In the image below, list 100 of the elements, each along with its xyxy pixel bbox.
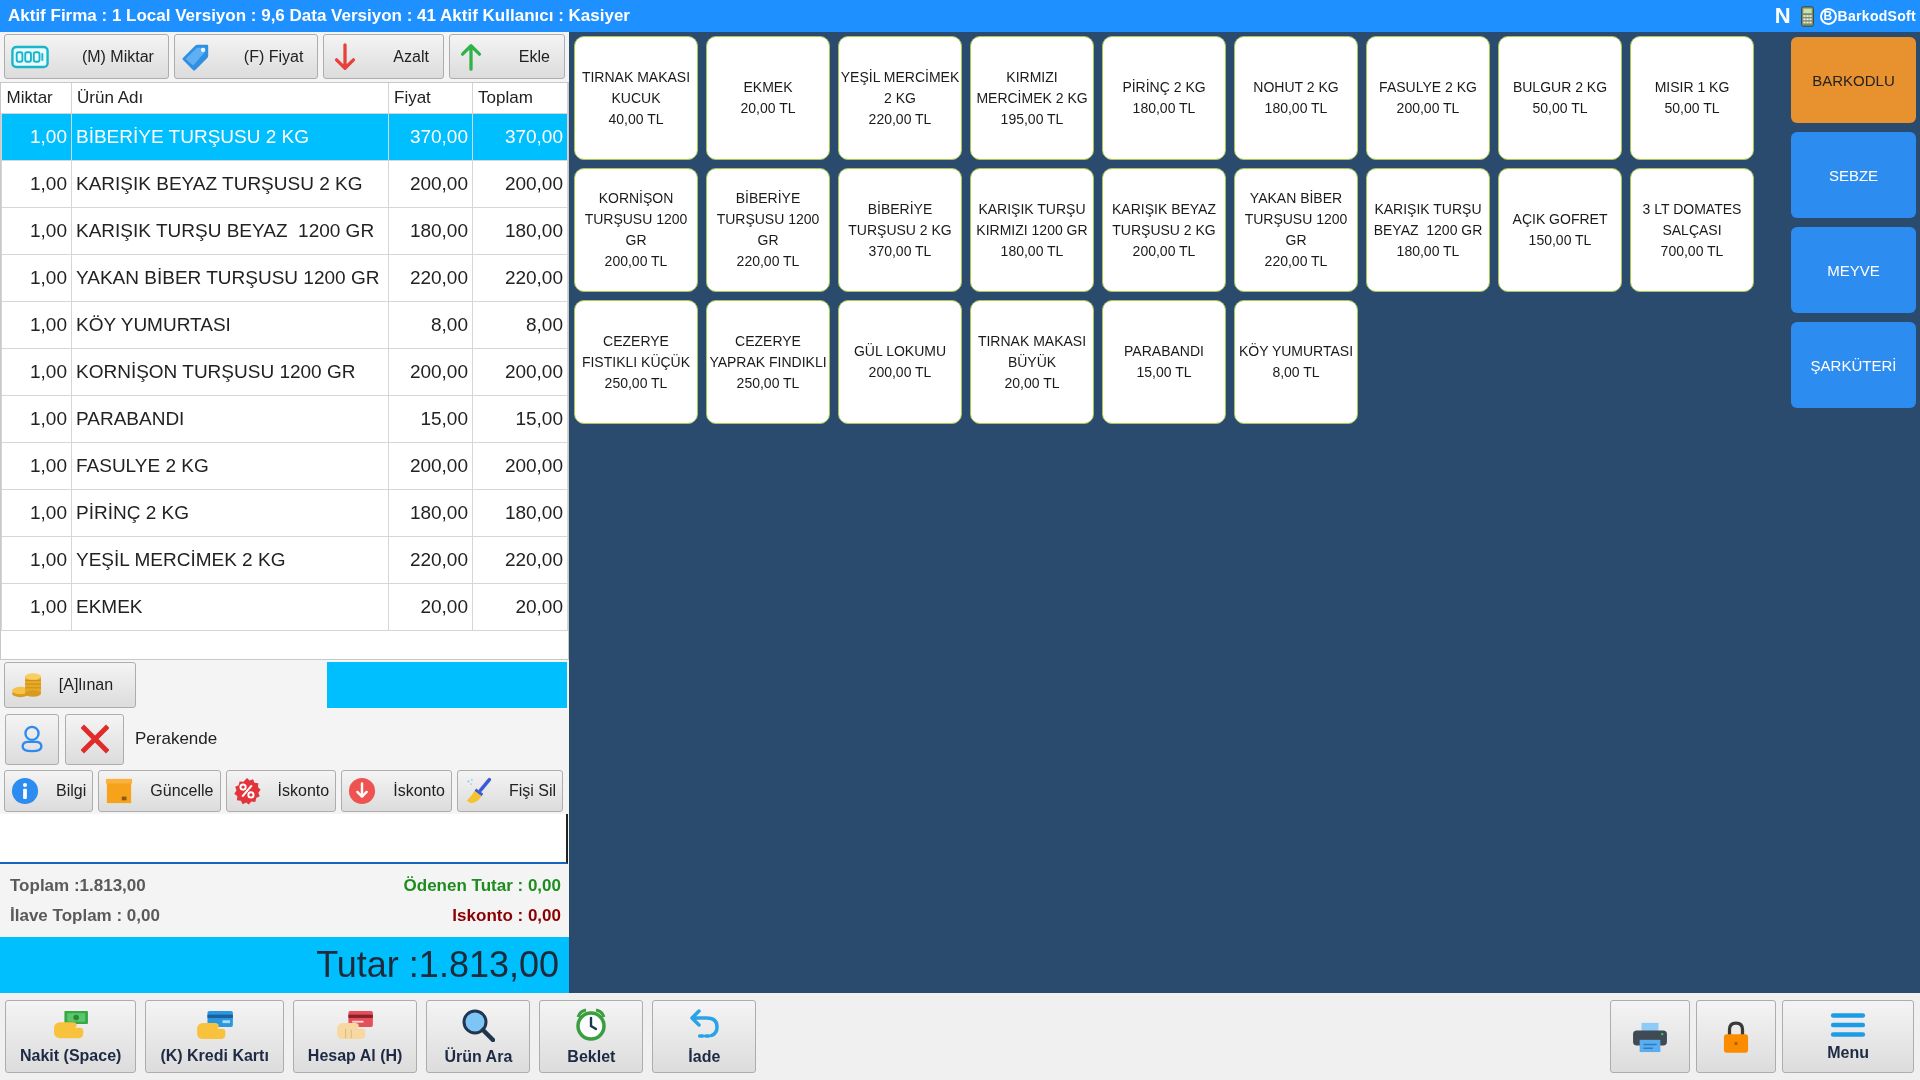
decrease-button[interactable]: Azalt [323,34,444,79]
table-cell: 20,00 [472,583,568,631]
account-button[interactable]: Hesap Al (H) [292,1000,418,1073]
table-cell: KARIŞIK TURŞU BEYAZ 1200 GR [71,207,389,255]
card-hand-icon [195,1008,234,1041]
product-tile[interactable]: 3 LT DOMATES SALÇASI 700,00 TL [1630,168,1754,292]
title-text: Aktif Firma : 1 Local Versiyon : 9,6 Data Versiyon : 41 Aktif Kullanıcı : Kasiyer [8,6,631,26]
barcode-input-field[interactable] [0,814,568,864]
table-row[interactable]: 1,00 PİRİNÇ 2 KG 180,00 180,00 [1,489,568,537]
table-cell: 220,00 [388,536,473,584]
table-row[interactable]: 1,00 KORNİŞON TURŞUSU 1200 GR 200,00 200,00 [1,348,568,396]
down-arrow-circle-icon [348,777,377,805]
product-tile[interactable]: GÜL LOKUMU 200,00 TL [838,300,962,424]
cash-button[interactable]: Nakit (Space) [5,1000,137,1073]
table-cell: 15,00 [472,395,568,443]
product-tile[interactable]: KARIŞIK TURŞU KIRMIZI 1200 GR 180,00 TL [970,168,1094,292]
product-tile[interactable]: YEŞİL MERCİMEK 2 KG 220,00 TL [838,36,962,160]
product-tile[interactable]: EKMEK 20,00 TL [706,36,830,160]
hold-button[interactable]: Beklet [539,1000,644,1073]
table-cell: 370,00 [472,113,568,161]
table-cell: 200,00 [388,160,473,208]
customer-button[interactable] [5,713,59,765]
column-header: Toplam [472,83,568,114]
received-button[interactable]: [A]lınan [4,662,136,708]
product-tile[interactable]: TIRNAK MAKASI BÜYÜK 20,00 TL [970,300,1094,424]
table-cell: PİRİNÇ 2 KG [71,489,389,537]
table-row[interactable]: 1,00 EKMEK 20,00 20,00 [1,583,568,631]
table-cell: 1,00 [1,207,72,255]
product-search-button[interactable]: Ürün Ara [426,1000,531,1073]
category-button[interactable]: BARKODLU [1791,37,1916,123]
table-cell: 8,00 [388,301,473,349]
table-cell: YAKAN BİBER TURŞUSU 1200 GR [71,254,389,302]
product-tile[interactable]: AÇIK GOFRET 150,00 TL [1498,168,1622,292]
table-cell: 180,00 [472,489,568,537]
total-text: Iskonto : 0,00 [452,905,561,926]
status-indicator: N [1774,3,1791,29]
product-tile[interactable]: YAKAN BİBER TURŞUSU 1200 GR 220,00 TL [1234,168,1358,292]
total-text: İlave Toplam : 0,00 [10,905,160,926]
coins-icon [11,671,43,699]
product-tile[interactable]: CEZERYE YAPRAK FINDIKLI 250,00 TL [706,300,830,424]
table-cell: 200,00 [388,348,473,396]
refund-button[interactable]: İade [652,1000,757,1073]
print-button[interactable] [1610,1000,1691,1073]
product-tile[interactable]: KARIŞIK BEYAZ TURŞUSU 2 KG 200,00 TL [1102,168,1226,292]
product-tile[interactable]: CEZERYE FISTIKLI KÜÇÜK 250,00 TL [574,300,698,424]
product-tile[interactable]: FASULYE 2 KG 200,00 TL [1366,36,1490,160]
table-row[interactable]: 1,00 YAKAN BİBER TURŞUSU 1200 GR 220,00 220,00 [1,254,568,302]
table-cell: 1,00 [1,583,72,631]
product-tile[interactable]: BULGUR 2 KG 50,00 TL [1498,36,1622,160]
grand-total-text: Tutar :1.813,00 [316,944,559,986]
product-tile[interactable]: KARIŞIK TURŞU BEYAZ 1200 GR 180,00 TL [1366,168,1490,292]
increase-button[interactable]: Ekle [448,34,565,79]
quantity-button[interactable]: (M) Miktar [4,34,169,79]
column-header: Fiyat [388,83,473,114]
table-cell: 1,00 [1,348,72,396]
table-cell: KÖY YUMURTASI [71,301,389,349]
table-cell: 20,00 [388,583,473,631]
amount-discount-button[interactable]: İskonto [341,770,452,812]
received-amount-field[interactable] [327,662,567,708]
product-tile[interactable]: TIRNAK MAKASI KUCUK 40,00 TL [574,36,698,160]
table-cell: FASULYE 2 KG [71,442,389,490]
percent-discount-button[interactable]: İskonto [225,770,337,812]
table-cell: 8,00 [472,301,568,349]
table-cell: 15,00 [388,395,473,443]
price-button[interactable]: (F) Fiyat [173,34,319,79]
info-button[interactable]: Bilgi [4,770,94,812]
table-row[interactable]: 1,00 KARIŞIK TURŞU BEYAZ 1200 GR 180,00 180,00 [1,207,568,255]
product-tile[interactable]: PİRİNÇ 2 KG 180,00 TL [1102,36,1226,160]
credit-card-button[interactable]: (K) Kredi Kartı [145,1000,284,1073]
table-cell: 200,00 [472,442,568,490]
product-tile[interactable]: KIRMIZI MERCİMEK 2 KG 195,00 TL [970,36,1094,160]
table-row[interactable]: 1,00 KÖY YUMURTASI 8,00 8,00 [1,301,568,349]
clear-receipt-button[interactable]: Fişi Sil [456,770,563,812]
customer-name: Perakende [135,729,218,749]
table-cell: 220,00 [388,254,473,302]
menu-icon [1830,1011,1867,1038]
table-row[interactable]: 1,00 KARIŞIK BEYAZ TURŞUSU 2 KG 200,00 200,00 [1,160,568,208]
lock-button[interactable] [1696,1000,1777,1073]
counter-icon [11,44,49,69]
table-row[interactable]: 1,00 PARABANDI 15,00 15,00 [1,395,568,443]
update-button[interactable]: Güncelle [98,770,221,812]
clear-customer-button[interactable] [65,713,124,765]
search-icon [461,1007,496,1042]
product-tile[interactable]: KORNİŞON TURŞUSU 1200 GR 200,00 TL [574,168,698,292]
table-cell: 1,00 [1,301,72,349]
user-icon [18,724,46,754]
brand-logo: B BarkodSoft [1819,7,1916,25]
total-text: Ödenen Tutar : 0,00 [403,875,561,896]
product-tile[interactable]: BİBERİYE TURŞUSU 1200 GR 220,00 TL [706,168,830,292]
product-tile[interactable]: MISIR 1 KG 50,00 TL [1630,36,1754,160]
table-row[interactable]: 1,00 YEŞİL MERCİMEK 2 KG 220,00 220,00 [1,536,568,584]
menu-button[interactable]: Menu [1782,1000,1914,1073]
column-header: Miktar [1,83,72,114]
product-tile[interactable]: KÖY YUMURTASI 8,00 TL [1234,300,1358,424]
product-tile[interactable]: PARABANDI 15,00 TL [1102,300,1226,424]
table-row[interactable]: 1,00 FASULYE 2 KG 200,00 200,00 [1,442,568,490]
product-tile[interactable]: BİBERİYE TURŞUSU 2 KG 370,00 TL [838,168,962,292]
product-tile[interactable]: NOHUT 2 KG 180,00 TL [1234,36,1358,160]
table-cell: 200,00 [472,348,568,396]
table-cell: YEŞİL MERCİMEK 2 KG [71,536,389,584]
